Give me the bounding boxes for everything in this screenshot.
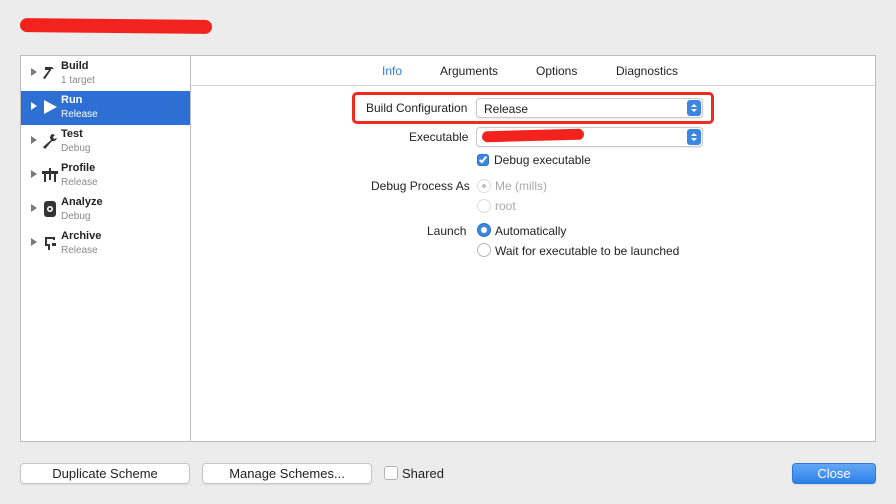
debug-process-root-radio[interactable]	[477, 199, 491, 213]
sidebar-item-subtitle: Debug	[61, 143, 91, 154]
manage-schemes-button[interactable]: Manage Schemes...	[202, 463, 372, 484]
sidebar-item-subtitle: 1 target	[61, 75, 95, 86]
duplicate-scheme-button[interactable]: Duplicate Scheme	[20, 463, 190, 484]
debug-executable-label: Debug executable	[494, 153, 591, 167]
popup-stepper-icon	[687, 129, 701, 145]
sidebar-item-label: Archive	[61, 230, 102, 242]
sidebar-item-build[interactable]: Build 1 target	[21, 57, 190, 91]
archive-icon	[41, 233, 59, 253]
tab-bar: Info Arguments Options Diagnostics	[191, 56, 875, 86]
launch-wait-label: Wait for executable to be launched	[495, 244, 680, 258]
wrench-icon	[41, 131, 59, 151]
sidebar-item-label: Run	[61, 94, 83, 106]
play-icon	[41, 97, 59, 117]
annotation-highlight-box	[352, 92, 714, 124]
sidebar-item-label: Build	[61, 60, 89, 72]
close-button[interactable]: Close	[792, 463, 876, 484]
sidebar-item-label: Profile	[61, 162, 96, 174]
debug-process-as-label: Debug Process As	[371, 179, 470, 193]
tab-arguments[interactable]: Arguments	[440, 64, 498, 78]
scheme-action-sidebar: Build 1 target Run Release Test Debug Pr…	[20, 55, 191, 442]
tab-info[interactable]: Info	[382, 64, 402, 78]
disclosure-triangle-icon[interactable]	[31, 170, 37, 178]
launch-label: Launch	[427, 224, 467, 238]
shared-checkbox[interactable]	[384, 466, 398, 480]
tab-diagnostics[interactable]: Diagnostics	[616, 64, 678, 78]
sidebar-item-subtitle: Release	[61, 109, 98, 120]
hammer-icon	[41, 63, 59, 83]
sidebar-item-archive[interactable]: Archive Release	[21, 227, 190, 261]
analyze-icon	[41, 199, 59, 219]
sidebar-item-subtitle: Release	[61, 245, 98, 256]
sidebar-item-subtitle: Release	[61, 177, 98, 188]
disclosure-triangle-icon[interactable]	[31, 68, 37, 76]
sidebar-item-label: Test	[61, 128, 83, 140]
disclosure-triangle-icon[interactable]	[31, 136, 37, 144]
sidebar-item-subtitle: Debug	[61, 211, 91, 222]
redacted-window-title	[19, 17, 213, 35]
debug-executable-checkbox[interactable]	[477, 154, 489, 166]
debug-process-me-label: Me (mills)	[495, 179, 547, 193]
tab-options[interactable]: Options	[536, 64, 577, 78]
debug-process-root-label: root	[495, 199, 516, 213]
shared-label: Shared	[402, 466, 444, 481]
disclosure-triangle-icon[interactable]	[31, 102, 37, 110]
sidebar-item-run[interactable]: Run Release	[21, 91, 190, 125]
sidebar-item-analyze[interactable]: Analyze Debug	[21, 193, 190, 227]
disclosure-triangle-icon[interactable]	[31, 204, 37, 212]
sidebar-item-test[interactable]: Test Debug	[21, 125, 190, 159]
sidebar-item-label: Analyze	[61, 196, 103, 208]
launch-automatically-radio[interactable]	[477, 223, 491, 237]
launch-wait-radio[interactable]	[477, 243, 491, 257]
executable-label: Executable	[409, 130, 469, 144]
sidebar-item-profile[interactable]: Profile Release	[21, 159, 190, 193]
disclosure-triangle-icon[interactable]	[31, 238, 37, 246]
gauge-icon	[41, 165, 59, 185]
launch-automatically-label: Automatically	[495, 224, 567, 238]
debug-process-me-radio[interactable]	[477, 179, 491, 193]
